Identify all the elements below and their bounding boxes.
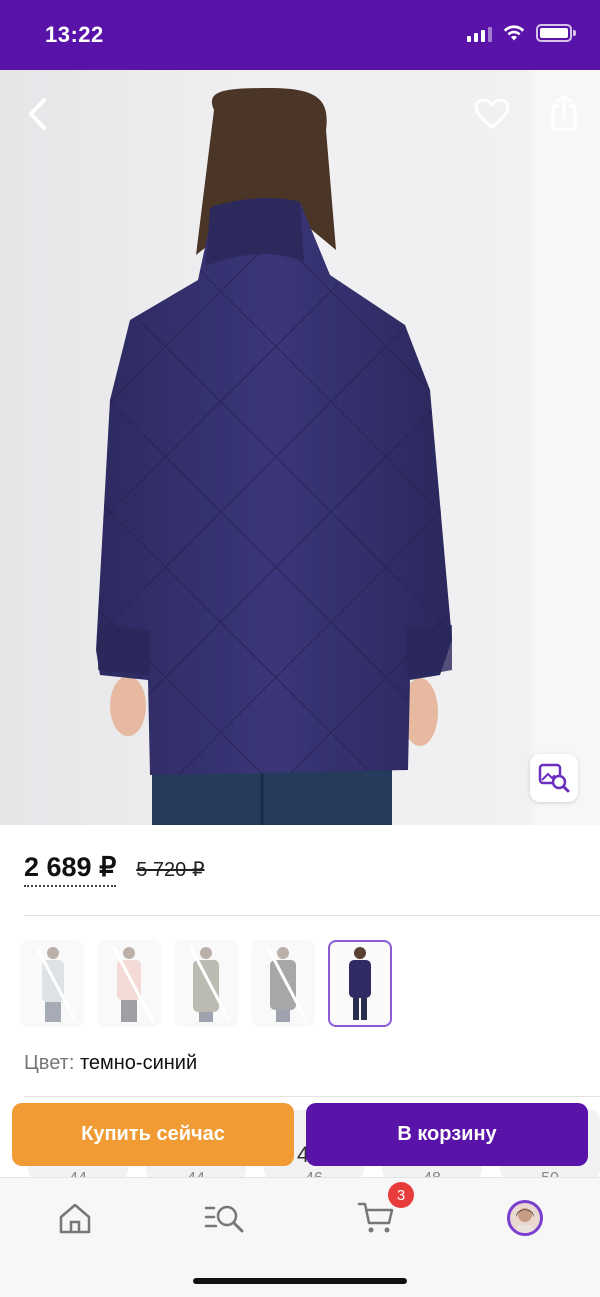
color-thumbnail-3[interactable]	[174, 940, 238, 1027]
signal-icon	[467, 24, 492, 42]
divider	[24, 1096, 600, 1097]
cart-count-badge: 3	[388, 1182, 414, 1208]
favorite-button[interactable]	[470, 92, 514, 136]
divider	[24, 915, 600, 916]
old-price: 5 720 ₽	[136, 859, 205, 881]
color-thumbnail-1[interactable]	[20, 940, 84, 1027]
color-thumbnail-selected[interactable]	[328, 940, 392, 1027]
home-indicator	[193, 1278, 407, 1284]
share-button[interactable]	[542, 90, 586, 136]
heart-icon	[474, 98, 510, 129]
visual-search-icon	[538, 763, 570, 793]
tab-profile[interactable]	[503, 1196, 547, 1240]
status-icons	[467, 24, 576, 42]
tab-home[interactable]	[53, 1196, 97, 1240]
status-time: 13:22	[45, 22, 104, 47]
wifi-icon	[503, 25, 525, 41]
color-info: Цвет: темно-синий	[24, 1052, 197, 1075]
color-thumbnails	[20, 940, 392, 1027]
color-label: Цвет:	[24, 1052, 75, 1074]
cart-icon	[357, 1202, 394, 1233]
current-price[interactable]: 2 689 ₽	[24, 852, 117, 887]
add-to-cart-button[interactable]: В корзину	[306, 1103, 588, 1166]
back-button[interactable]	[18, 94, 58, 134]
tab-catalog[interactable]	[203, 1196, 247, 1240]
back-icon	[29, 98, 46, 130]
status-bar: 13:22	[0, 0, 600, 70]
share-icon	[551, 94, 577, 131]
battery-icon	[536, 24, 576, 42]
color-thumbnail-4[interactable]	[251, 940, 315, 1027]
catalog-search-icon	[204, 1205, 244, 1233]
visual-search-button[interactable]	[530, 754, 578, 802]
color-thumbnail-2[interactable]	[97, 940, 161, 1027]
buy-now-button[interactable]: Купить сейчас	[12, 1103, 294, 1166]
avatar	[507, 1200, 543, 1236]
product-image[interactable]	[0, 70, 600, 825]
color-value: темно-синий	[79, 1052, 198, 1074]
home-icon	[59, 1203, 91, 1234]
product-photo	[96, 70, 600, 825]
price-row: 2 689 ₽ 5 720 ₽	[24, 852, 205, 887]
